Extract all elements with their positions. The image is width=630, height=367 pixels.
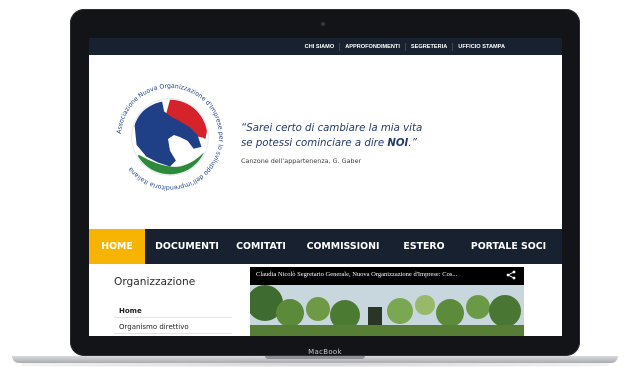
nav-documenti[interactable]: DOCUMENTI <box>145 229 229 264</box>
camera-icon <box>321 22 325 26</box>
quote-line-2-text: se potessi cominciare a dire <box>241 138 388 149</box>
sidebar: Organizzazione Home Organismo direttivo <box>114 276 234 334</box>
nav-portale-soci[interactable]: PORTALE SOCI <box>455 229 562 264</box>
site-header: Associazione Nuova Organizzazione d'Impr… <box>89 55 562 227</box>
share-icon[interactable] <box>506 270 516 280</box>
sidebar-item-home[interactable]: Home <box>114 304 232 318</box>
header-quote: “Sarei certo di cambiare la mia vita se … <box>241 121 471 165</box>
top-nav-chi-siamo[interactable]: CHI SIAMO <box>300 43 340 51</box>
video-player[interactable]: Claudia Nicolò Segretario Generale, Nuov… <box>250 267 524 336</box>
top-nav-ufficio-stampa[interactable]: UFFICIO STAMPA <box>452 42 510 51</box>
browser-screen: CHI SIAMO APPROFONDIMENTI SEGRETERIA UFF… <box>89 38 562 336</box>
quote-closing: .” <box>408 138 417 149</box>
laptop-notch <box>265 356 365 359</box>
nav-comitati[interactable]: COMITATI <box>229 229 293 264</box>
sidebar-item-organismo-direttivo[interactable]: Organismo direttivo <box>114 320 232 334</box>
nav-commissioni[interactable]: COMMISSIONI <box>293 229 393 264</box>
video-thumbnail <box>250 285 524 336</box>
top-nav: CHI SIAMO APPROFONDIMENTI SEGRETERIA UFF… <box>300 38 510 55</box>
device-label: MacBook <box>308 348 342 356</box>
laptop-chin: MacBook <box>70 340 580 356</box>
page-body: Organizzazione Home Organismo direttivo … <box>89 264 562 336</box>
site-logo[interactable]: Associazione Nuova Organizzazione d'Impr… <box>111 78 229 196</box>
top-nav-segreteria[interactable]: SEGRETERIA <box>404 42 452 51</box>
nav-home[interactable]: HOME <box>89 229 145 264</box>
quote-source: Canzone dell’appartenenza, G. Gaber <box>241 157 362 165</box>
top-bar: CHI SIAMO APPROFONDIMENTI SEGRETERIA UFF… <box>89 38 562 55</box>
main-nav: HOME DOCUMENTI COMITATI COMMISSIONI ESTE… <box>89 229 562 264</box>
video-title[interactable]: Claudia Nicolò Segretario Generale, Nuov… <box>256 271 496 278</box>
sidebar-title: Organizzazione <box>114 276 196 288</box>
nav-estero[interactable]: ESTERO <box>393 229 455 264</box>
top-nav-approfondimenti[interactable]: APPROFONDIMENTI <box>339 42 405 51</box>
quote-emphasis: NOI <box>387 138 409 149</box>
quote-line-1: “Sarei certo di cambiare la mia vita <box>241 123 423 134</box>
quote-line-2: se potessi cominciare a dire NOI.” <box>241 136 471 151</box>
